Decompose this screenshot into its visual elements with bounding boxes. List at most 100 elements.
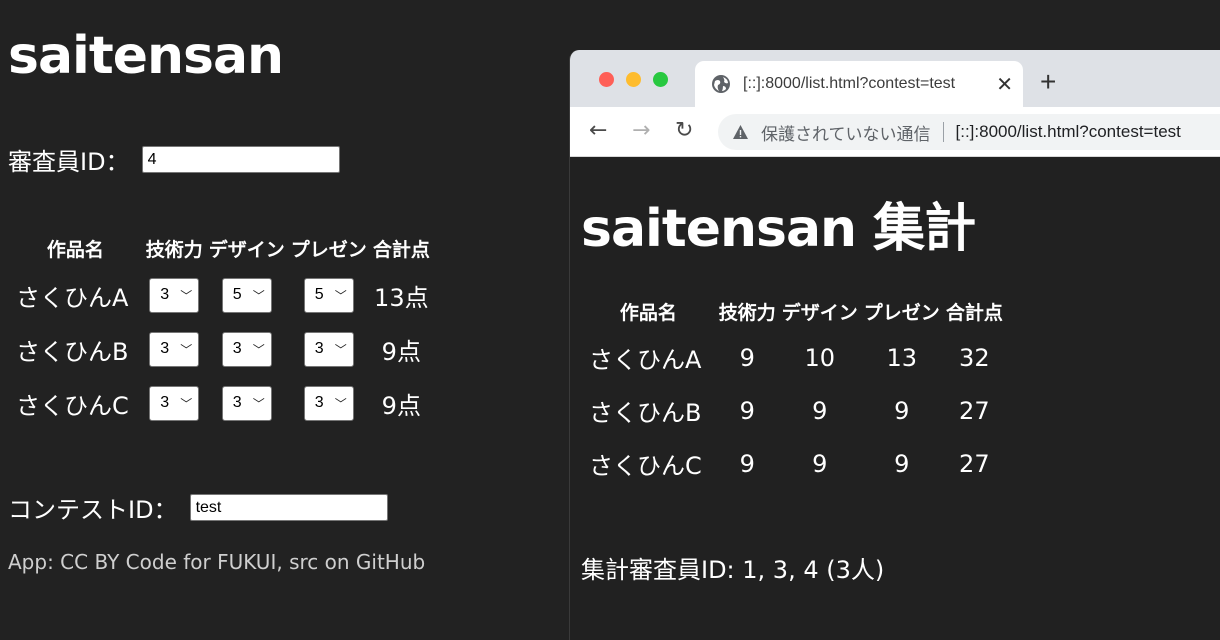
judge-id-input[interactable]	[141, 146, 340, 173]
presentation-sum: 9	[894, 396, 910, 425]
score-table: 作品名 技術力 デザイン プレゼン 合計点 さくひんA 3 ﹀ 5 ﹀ 5 ﹀ 13点…	[8, 228, 433, 430]
chevron-down-icon: ﹀	[180, 288, 193, 303]
header-tech: 技術力	[718, 301, 776, 324]
browser-toolbar: ← → ↻ 保護されていない通信 [::]:8000/list.html?con…	[570, 107, 1220, 157]
chevron-down-icon: ﹀	[252, 342, 265, 357]
header-total: 合計点	[945, 301, 1003, 324]
github-link[interactable]: GitHub	[356, 550, 425, 574]
tech-score-select[interactable]: 3 ﹀	[149, 385, 200, 421]
presentation-sum: 9	[894, 449, 910, 478]
url-text: [::]:8000/list.html?contest=test	[955, 122, 1181, 141]
credit-prefix: App:	[8, 550, 61, 574]
table-row: さくひんA 3 ﹀ 5 ﹀ 5 ﹀ 13点	[8, 268, 433, 322]
contest-id-row: コンテストID：	[8, 490, 388, 525]
summary-table-header: 作品名 技術力 デザイン プレゼン 合計点	[581, 291, 1006, 331]
selected-value: 3	[160, 394, 170, 412]
security-status: 保護されていない通信	[761, 124, 931, 144]
contest-id-input[interactable]	[189, 494, 388, 521]
scoring-page: saitensan 審査員ID： 作品名 技術力 デザイン プレゼン 合計点 さ…	[0, 0, 560, 640]
selected-value: 3	[160, 340, 170, 358]
selected-value: 3	[314, 340, 324, 358]
chevron-down-icon: ﹀	[252, 288, 265, 303]
table-row: さくひんA 9 10 13 32	[581, 331, 1006, 384]
design-score-select[interactable]: 3 ﹀	[221, 385, 272, 421]
judge-id-label: 審査員ID：	[8, 148, 130, 176]
total-score: 13点	[374, 283, 429, 312]
work-name: さくひんB	[16, 337, 129, 366]
address-bar[interactable]: 保護されていない通信 [::]:8000/list.html?contest=t…	[718, 114, 1220, 150]
table-row: さくひんC 3 ﹀ 3 ﹀ 3 ﹀ 9点	[8, 376, 433, 430]
presentation-sum: 13	[886, 343, 918, 372]
score-table-header: 作品名 技術力 デザイン プレゼン 合計点	[8, 228, 433, 268]
forward-arrow-icon[interactable]: →	[632, 118, 650, 143]
total-score: 9点	[381, 391, 421, 420]
judge-id-row: 審査員ID：	[8, 142, 340, 177]
header-work-name: 作品名	[46, 238, 104, 261]
header-design: デザイン	[781, 301, 858, 324]
design-sum: 9	[812, 449, 828, 478]
chevron-down-icon: ﹀	[334, 288, 347, 303]
chevron-down-icon: ﹀	[252, 396, 265, 411]
close-window-button[interactable]	[599, 72, 614, 87]
tab-title: [::]:8000/list.html?contest=test	[743, 75, 956, 92]
table-row: さくひんC 9 9 9 27	[581, 437, 1006, 490]
design-score-select[interactable]: 3 ﹀	[221, 331, 272, 367]
browser-titlebar: [::]:8000/list.html?contest=test ✕ +	[570, 50, 1220, 107]
chevron-down-icon: ﹀	[334, 342, 347, 357]
warning-icon	[733, 124, 748, 139]
tech-score-select[interactable]: 3 ﹀	[149, 331, 200, 367]
header-work-name: 作品名	[619, 301, 677, 324]
total-sum: 27	[959, 396, 990, 425]
work-name: さくひんC	[16, 391, 129, 420]
summary-table: 作品名 技術力 デザイン プレゼン 合計点 さくひんA 9 10 13 32 さ…	[581, 291, 1006, 490]
chevron-down-icon: ﹀	[180, 396, 193, 411]
tech-sum: 9	[739, 343, 755, 372]
total-sum: 27	[959, 449, 990, 478]
header-presentation: プレゼン	[863, 301, 940, 324]
selected-value: 3	[160, 286, 170, 304]
total-score: 9点	[381, 337, 421, 366]
presentation-score-select[interactable]: 3 ﹀	[303, 331, 354, 367]
selected-value: 5	[232, 286, 242, 304]
tech-score-select[interactable]: 3 ﹀	[149, 277, 200, 313]
design-score-select[interactable]: 5 ﹀	[221, 277, 272, 313]
design-sum: 10	[804, 343, 836, 372]
selected-value: 5	[314, 286, 324, 304]
address-divider	[942, 122, 944, 142]
reload-icon[interactable]: ↻	[675, 118, 693, 143]
chevron-down-icon: ﹀	[334, 396, 347, 411]
header-tech: 技術力	[145, 238, 203, 261]
new-tab-icon[interactable]: +	[1040, 66, 1056, 98]
summary-page: saitensan 集計 作品名 技術力 デザイン プレゼン 合計点 さくひんA…	[570, 157, 1220, 640]
work-name: さくひんA	[16, 283, 129, 312]
selected-value: 3	[232, 340, 242, 358]
header-design: デザイン	[208, 238, 285, 261]
maximize-window-button[interactable]	[653, 72, 668, 87]
table-row: さくひんB 3 ﹀ 3 ﹀ 3 ﹀ 9点	[8, 322, 433, 376]
browser-tab[interactable]: [::]:8000/list.html?contest=test ✕	[695, 61, 1023, 107]
license-link[interactable]: CC BY	[60, 550, 119, 574]
summary-title: saitensan 集計	[581, 199, 976, 259]
minimize-window-button[interactable]	[626, 72, 641, 87]
credit-mid: , src on	[276, 550, 356, 574]
presentation-score-select[interactable]: 3 ﹀	[303, 385, 354, 421]
back-arrow-icon[interactable]: ←	[589, 118, 607, 143]
author-link[interactable]: Code for FUKUI	[126, 550, 277, 574]
table-row: さくひんB 9 9 9 27	[581, 384, 1006, 437]
work-name: さくひんA	[589, 346, 702, 374]
close-tab-icon[interactable]: ✕	[996, 72, 1013, 97]
work-name: さくひんB	[589, 399, 702, 427]
judges-summary: 集計審査員ID: 1, 3, 4 (3人)	[581, 556, 885, 584]
selected-value: 3	[232, 394, 242, 412]
chevron-down-icon: ﹀	[180, 342, 193, 357]
tech-sum: 9	[739, 449, 755, 478]
header-presentation: プレゼン	[290, 238, 367, 261]
credit-line: App: CC BY Code for FUKUI, src on GitHub	[8, 550, 425, 574]
total-sum: 32	[959, 343, 990, 372]
header-total: 合計点	[372, 238, 430, 261]
selected-value: 3	[314, 394, 324, 412]
work-name: さくひんC	[589, 452, 702, 480]
presentation-score-select[interactable]: 5 ﹀	[303, 277, 354, 313]
design-sum: 9	[812, 396, 828, 425]
tech-sum: 9	[739, 396, 755, 425]
